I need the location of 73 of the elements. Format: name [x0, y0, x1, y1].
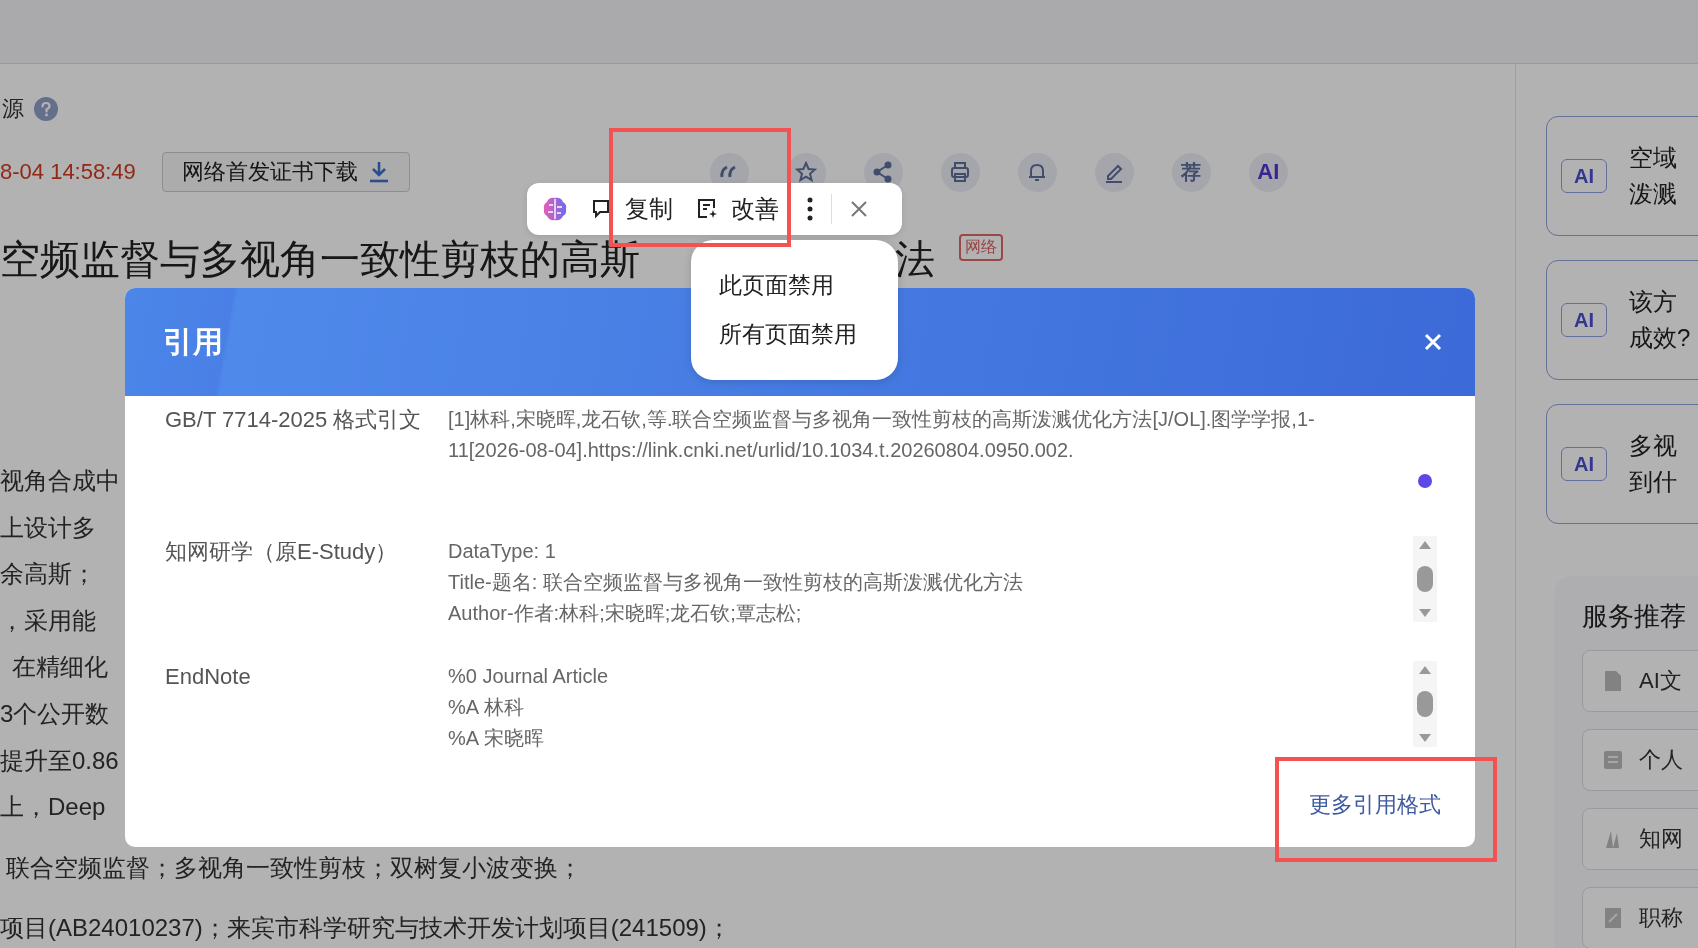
star-icon [795, 161, 818, 183]
ai-question-card[interactable]: AI 该方 成效? [1546, 260, 1698, 380]
scroll-thumb[interactable] [1417, 691, 1433, 717]
keywords-text: 联合空频监督；多视角一致性剪枝；双树复小波变换； [5, 852, 582, 883]
citation-text: %A 林科 [448, 695, 525, 720]
ai-question-card[interactable]: AI 多视 到什 [1546, 404, 1698, 524]
abstract-text: 上设计多 [0, 512, 96, 543]
source-label: 源 [2, 95, 24, 123]
question-text: 多视 [1629, 431, 1677, 461]
scroll-thumb[interactable] [1417, 566, 1433, 592]
improve-button[interactable]: 改善 [731, 193, 779, 225]
abstract-text: 视角合成中 [0, 466, 120, 496]
abstract-text: 3个公开数 [0, 698, 110, 729]
abstract-text: 在精细化 [11, 652, 108, 683]
citation-text: [1]林科,宋晓晖,龙石钦,等.联合空频监督与多视角一致性剪枝的高斯泼溅优化方法[J/OL].图学学报,1- [448, 407, 1316, 432]
format-label: GB/T 7714-2025 格式引文 [165, 406, 423, 434]
certificate-download-button[interactable]: 网络首发证书下载 [161, 152, 410, 192]
ai-button[interactable]: AI [1248, 152, 1288, 192]
record-icon [1603, 749, 1623, 771]
menu-item[interactable]: 此页面禁用 [719, 270, 834, 301]
citation-text: %A 宋晓晖 [448, 726, 545, 751]
publish-time: 8-04 14:58:49 [0, 159, 136, 185]
notify-button[interactable] [1017, 152, 1057, 192]
printer-icon [949, 161, 972, 183]
menu-item[interactable]: 所有页面禁用 [719, 319, 857, 350]
brain-icon[interactable] [541, 195, 569, 223]
close-icon[interactable] [850, 200, 868, 218]
article-title-end: 法 [895, 236, 935, 282]
citation-text: Title-题名: 联合空频监督与多视角一致性剪枝的高斯泼溅优化方法 [448, 570, 1024, 595]
service-item[interactable]: 知网 [1582, 808, 1698, 870]
service-item[interactable]: 职称 [1582, 887, 1698, 948]
download-icon [367, 160, 390, 184]
ai-badge: AI [1561, 159, 1607, 193]
citation-text: 11[2026-08-04].https://link.cnki.net/urlid/10.1034.t.20260804.0950.002. [448, 438, 1075, 463]
citation-text: DataType: 1 [448, 539, 557, 564]
abstract-text: 上，Deep [0, 792, 106, 823]
abstract-text: ，采用能 [0, 605, 96, 636]
citation-text: Author-作者:林科;宋晓晖;龙石钦;覃志松; [448, 601, 803, 626]
service-item[interactable]: 个人 [1582, 729, 1698, 791]
panel-title: 服务推荐 [1582, 600, 1687, 633]
dialog-title: 引用 [163, 323, 223, 360]
question-text: 到什 [1629, 467, 1677, 497]
more-icon[interactable] [807, 197, 813, 221]
document-icon [1603, 670, 1623, 692]
citation-text: %0 Journal Article [448, 664, 610, 689]
question-text: 空域 [1629, 143, 1677, 173]
print-button[interactable] [940, 152, 980, 192]
scroll-up-icon[interactable] [1418, 540, 1432, 550]
service-item[interactable]: AI文 [1582, 650, 1698, 712]
question-text: 该方 [1629, 287, 1678, 317]
abstract-text: 余高斯； [0, 559, 96, 590]
scrollbar[interactable] [1413, 536, 1437, 622]
pen-doc-icon [1603, 907, 1623, 929]
format-label: EndNote [165, 663, 252, 691]
help-icon[interactable] [34, 97, 58, 121]
abstract-text: 提升至0.86 [0, 745, 119, 776]
question-text: 泼溅 [1629, 179, 1677, 209]
scroll-down-icon[interactable] [1418, 608, 1432, 618]
scrollbar[interactable] [1413, 661, 1437, 747]
scroll-up-icon[interactable] [1418, 665, 1432, 675]
more-formats-link[interactable]: 更多引用格式 [1309, 790, 1441, 820]
edit-button[interactable] [1094, 152, 1134, 192]
ai-badge: AI [1561, 303, 1607, 337]
format-label: 知网研学（原E-Study） [165, 538, 399, 566]
copy-button[interactable]: 复制 [625, 193, 673, 225]
document-sparkle-icon [695, 197, 719, 221]
scroll-down-icon[interactable] [1418, 733, 1432, 743]
question-text: 成效? [1629, 323, 1691, 353]
ai-question-card[interactable]: AI 空域 泼溅 [1546, 116, 1698, 236]
dot-icon [1418, 474, 1432, 488]
funding-text: 项目(AB24010237)；来宾市科学研究与技术开发计划项目(241509)； [0, 912, 731, 943]
online-first-badge: 网络 [959, 234, 1003, 261]
ai-badge: AI [1561, 447, 1607, 481]
